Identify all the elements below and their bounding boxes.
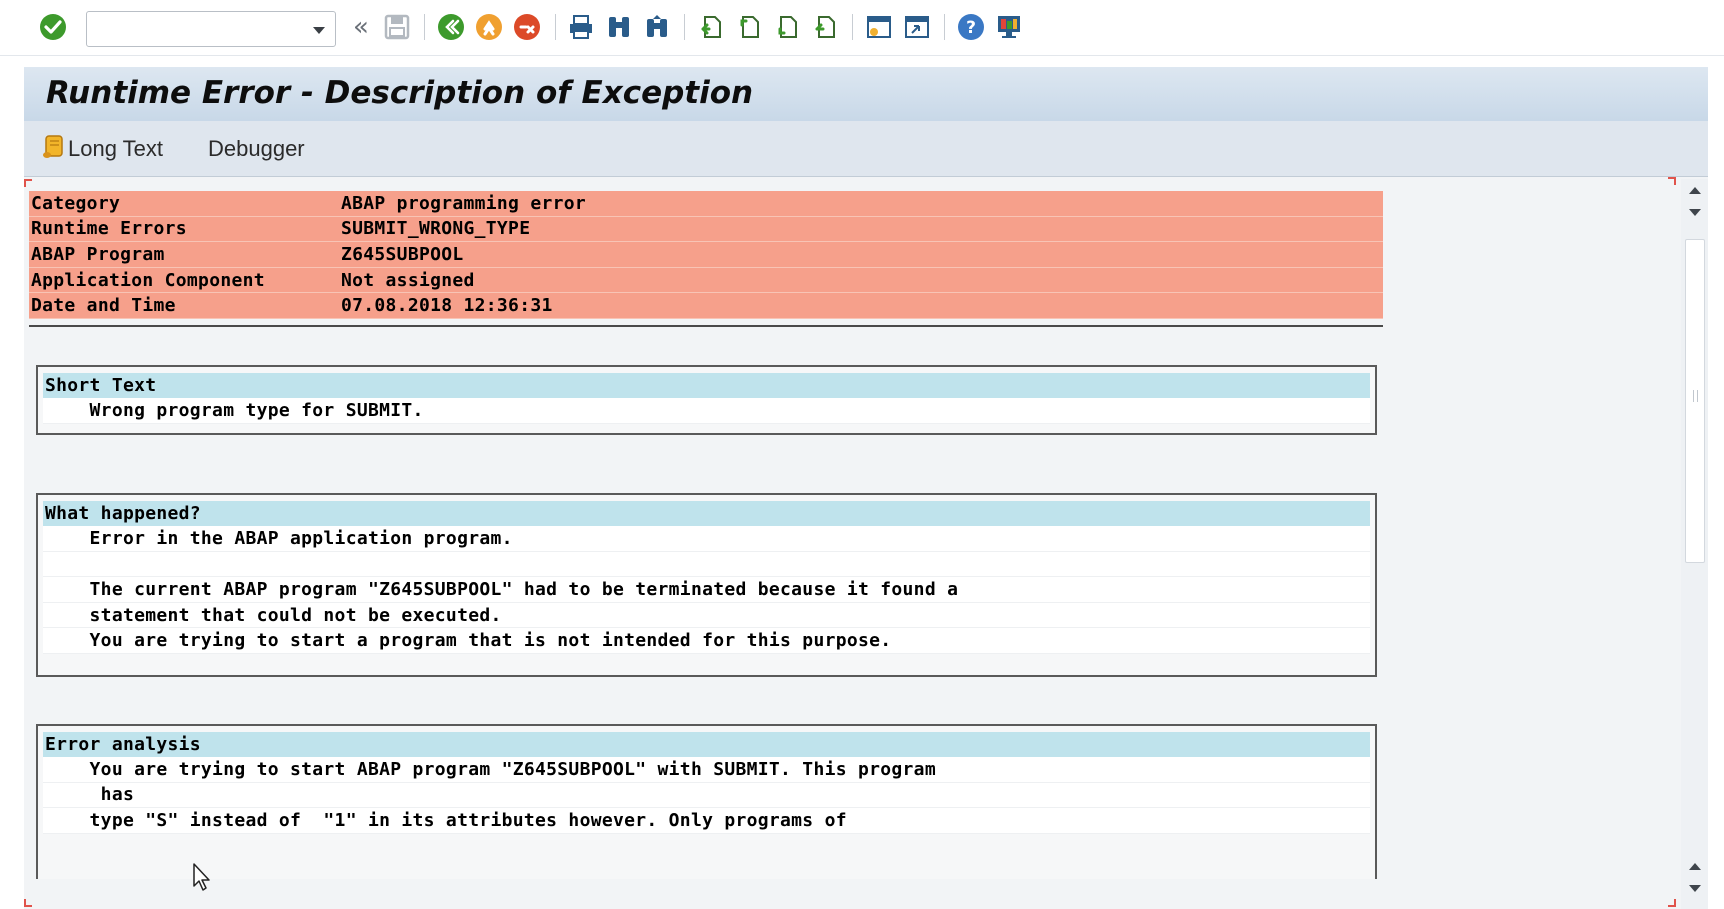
generate-shortcut-icon[interactable] (902, 12, 932, 42)
header-value: Z645SUBPOOL (341, 243, 464, 265)
first-page-icon[interactable] (696, 12, 726, 42)
header-value: SUBMIT_WRONG_TYPE (341, 218, 531, 240)
error-content: Category ABAP programming error Runtime … (24, 179, 1670, 879)
section-title: What happened? (43, 501, 1370, 526)
application-toolbar: Long Text Debugger (24, 121, 1708, 177)
header-value: 07.08.2018 12:36:31 (341, 295, 553, 317)
section-line (43, 551, 1370, 578)
what-happened-section: What happened? Error in the ABAP applica… (36, 493, 1377, 677)
debugger-button[interactable]: Debugger (208, 133, 305, 165)
vertical-scrollbar[interactable] (1681, 179, 1708, 909)
scroll-down-icon[interactable] (1689, 885, 1701, 892)
section-line: statement that could not be executed. (43, 602, 1370, 629)
header-value: ABAP programming error (341, 192, 587, 214)
section-line: You are trying to start ABAP program "Z6… (43, 757, 1370, 783)
command-field[interactable] (86, 11, 336, 47)
header-value: Not assigned (341, 269, 475, 291)
scrollbar-thumb[interactable] (1685, 239, 1705, 563)
section-title: Error analysis (43, 732, 1370, 757)
last-page-icon[interactable] (810, 12, 840, 42)
print-icon[interactable] (566, 12, 596, 42)
find-icon[interactable] (604, 12, 634, 42)
chevron-down-icon[interactable] (313, 27, 325, 34)
system-toolbar: « ? (0, 0, 1724, 56)
short-text-section: Short Text Wrong program type for SUBMIT… (36, 365, 1377, 435)
scroll-up-icon[interactable] (1689, 187, 1701, 194)
section-line: has (43, 782, 1370, 809)
section-line: You are trying to start a program that i… (43, 628, 1370, 654)
header-key: Category (31, 192, 121, 214)
next-page-icon[interactable] (772, 12, 802, 42)
mouse-cursor-icon (192, 862, 212, 896)
corner-mark (1668, 177, 1676, 185)
main-window: Runtime Error - Description of Exception… (24, 67, 1708, 909)
scroll-icon (42, 133, 66, 165)
header-row: Runtime Errors SUBMIT_WRONG_TYPE (29, 216, 1383, 243)
svg-text:?: ? (966, 18, 976, 38)
header-row: ABAP Program Z645SUBPOOL (29, 242, 1383, 268)
corner-mark (24, 899, 32, 907)
corner-mark (24, 179, 32, 187)
long-text-button[interactable]: Long Text (42, 133, 163, 165)
previous-page-icon[interactable] (734, 12, 764, 42)
section-title: Short Text (43, 373, 1370, 398)
error-analysis-section: Error analysis You are trying to start A… (36, 724, 1377, 879)
enter-icon[interactable] (38, 12, 68, 42)
help-icon[interactable]: ? (956, 12, 986, 42)
scroll-down-icon[interactable] (1689, 209, 1701, 216)
corner-mark (1668, 899, 1676, 907)
section-line: type "S" instead of "1" in its attribute… (43, 808, 1370, 834)
section-line: The current ABAP program "Z645SUBPOOL" h… (43, 577, 1370, 603)
long-text-label: Long Text (68, 136, 164, 161)
create-session-icon[interactable] (864, 12, 894, 42)
header-key: Date and Time (31, 295, 176, 317)
title-bar: Runtime Error - Description of Exception (24, 67, 1708, 121)
header-row: Category ABAP programming error (29, 191, 1383, 217)
exit-icon[interactable] (474, 12, 504, 42)
header-key: Runtime Errors (31, 218, 187, 240)
header-row: Date and Time 07.08.2018 12:36:31 (29, 293, 1383, 319)
back-double-icon[interactable]: « (346, 12, 376, 42)
section-line: Error in the ABAP application program. (43, 526, 1370, 552)
save-icon[interactable] (382, 12, 412, 42)
customize-layout-icon[interactable] (994, 12, 1024, 42)
debugger-label: Debugger (208, 136, 305, 161)
error-header-table: Category ABAP programming error Runtime … (29, 191, 1383, 327)
scroll-up-icon[interactable] (1689, 863, 1701, 870)
back-icon[interactable] (436, 12, 466, 42)
section-line: Wrong program type for SUBMIT. (43, 398, 1370, 424)
header-key: Application Component (31, 269, 265, 291)
grip-icon (1693, 390, 1698, 402)
header-key: ABAP Program (31, 243, 165, 265)
header-row: Application Component Not assigned (29, 267, 1383, 294)
page-title: Runtime Error - Description of Exception (46, 75, 754, 111)
cancel-icon[interactable] (512, 12, 542, 42)
find-next-icon[interactable] (642, 12, 672, 42)
